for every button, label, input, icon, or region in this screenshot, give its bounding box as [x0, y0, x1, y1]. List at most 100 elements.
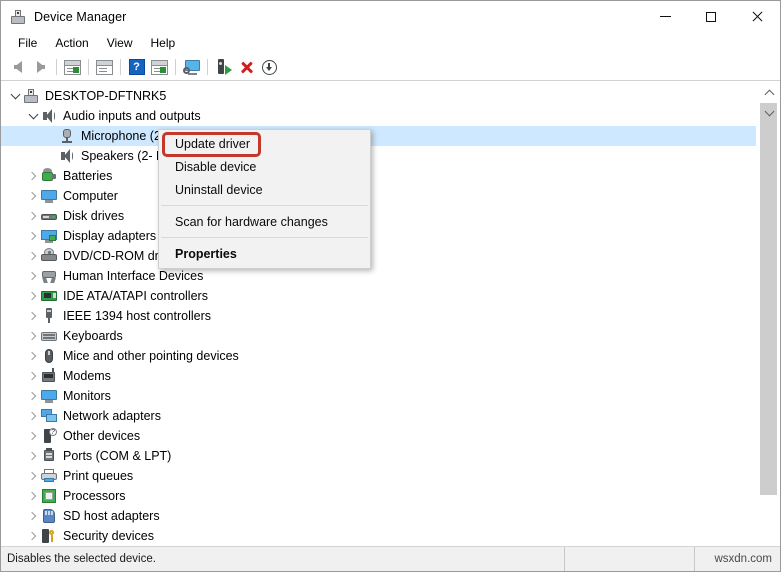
tree-item[interactable]: IEEE 1394 host controllers [1, 306, 756, 326]
tree-item[interactable]: Mice and other pointing devices [1, 346, 756, 366]
chevron-right-icon[interactable] [25, 468, 41, 484]
tree-item-label: IDE ATA/ATAPI controllers [63, 289, 208, 303]
sd-card-icon [41, 508, 57, 524]
tree-item[interactable]: DESKTOP-DFTNRK5 [1, 86, 756, 106]
uninstall-device-button[interactable] [235, 56, 258, 78]
modem-icon [41, 368, 57, 384]
update-driver-toolbar-button[interactable] [148, 56, 171, 78]
enable-device-button[interactable] [212, 56, 235, 78]
context-menu-item[interactable]: Disable device [159, 155, 370, 178]
tree-item[interactable]: DVD/CD-ROM drives [1, 246, 756, 266]
tree-item-label: Other devices [63, 429, 141, 443]
show-hide-console-tree-button[interactable] [61, 56, 84, 78]
update-driver-download-button[interactable] [258, 56, 281, 78]
maximize-button[interactable] [688, 1, 734, 32]
chevron-right-icon[interactable] [25, 208, 41, 224]
tree-item[interactable]: Display adapters [1, 226, 756, 246]
tree-item-label: Security devices [63, 529, 155, 543]
device-manager-window: Device Manager File Action View Help ? D… [0, 0, 781, 572]
tree-item[interactable]: Speakers (2- High Definition Audio Devic… [1, 146, 756, 166]
back-button[interactable] [6, 56, 29, 78]
chevron-right-icon[interactable] [25, 328, 41, 344]
scroll-up-button[interactable] [757, 83, 780, 103]
chevron-right-icon[interactable] [25, 388, 41, 404]
close-button[interactable] [734, 1, 780, 32]
tree-item[interactable]: ? Other devices [1, 426, 756, 446]
chevron-down-icon[interactable] [7, 88, 23, 104]
tree-item-label: Ports (COM & LPT) [63, 449, 172, 463]
human-interface-icon [41, 268, 57, 284]
tree-item[interactable]: Microphone (2- High Definition Audio Dev… [1, 126, 756, 146]
properties-button[interactable] [93, 56, 116, 78]
microphone-icon [59, 128, 75, 144]
tree-item[interactable]: Audio inputs and outputs [1, 106, 756, 126]
context-menu-item[interactable]: Scan for hardware changes [159, 210, 370, 233]
vertical-scrollbar[interactable] [756, 83, 780, 546]
scan-for-hardware-changes-button[interactable] [180, 56, 203, 78]
tree-item[interactable]: Monitors [1, 386, 756, 406]
tree-item-label: Network adapters [63, 409, 161, 423]
tree-item[interactable]: Keyboards [1, 326, 756, 346]
tree-item[interactable]: Processors [1, 486, 756, 506]
chevron-right-icon[interactable] [25, 528, 41, 544]
status-bar: Disables the selected device. wsxdn.com [1, 546, 780, 571]
network-adapter-icon [41, 408, 57, 424]
chevron-right-icon[interactable] [25, 228, 41, 244]
tree-item-label: SD host adapters [63, 509, 160, 523]
chevron-right-icon[interactable] [25, 168, 41, 184]
chevron-right-icon[interactable] [25, 488, 41, 504]
menu-view[interactable]: View [98, 33, 142, 53]
context-menu[interactable]: Update driver Disable device Uninstall dev… [158, 129, 371, 269]
tree-item[interactable]: Human Interface Devices [1, 266, 756, 286]
chevron-right-icon[interactable] [25, 408, 41, 424]
chevron-right-icon[interactable] [25, 188, 41, 204]
forward-button[interactable] [29, 56, 52, 78]
chevron-right-icon[interactable] [25, 308, 41, 324]
chevron-right-icon[interactable] [25, 448, 41, 464]
tree-item[interactable]: Ports (COM & LPT) [1, 446, 756, 466]
tree-item-label: IEEE 1394 host controllers [63, 309, 211, 323]
menu-file[interactable]: File [9, 33, 46, 53]
window-title: Device Manager [34, 9, 127, 24]
tree-item-label: Keyboards [63, 329, 123, 343]
tree-item[interactable]: IDE ATA/ATAPI controllers [1, 286, 756, 306]
scrollbar-thumb[interactable] [760, 103, 777, 495]
tree-item[interactable]: Disk drives [1, 206, 756, 226]
context-menu-item-label: Properties [175, 246, 237, 261]
chevron-right-icon[interactable] [25, 268, 41, 284]
tree-item[interactable]: Modems [1, 366, 756, 386]
context-menu-item[interactable]: Update driver [159, 132, 370, 155]
tree-item[interactable]: SD host adapters [1, 506, 756, 526]
context-menu-item[interactable]: Properties [159, 242, 370, 265]
chevron-right-icon[interactable] [25, 248, 41, 264]
device-manager-icon [10, 9, 26, 25]
toolbar-separator [175, 59, 176, 75]
chevron-right-icon[interactable] [25, 508, 41, 524]
tree-item[interactable]: Computer [1, 186, 756, 206]
menu-help[interactable]: Help [142, 33, 185, 53]
context-menu-separator [161, 237, 368, 238]
scrollbar-track[interactable] [757, 103, 780, 526]
disk-drive-icon [41, 208, 57, 224]
chevron-right-icon[interactable] [25, 428, 41, 444]
window-controls [642, 1, 780, 32]
chevron-right-icon[interactable] [25, 348, 41, 364]
context-menu-item[interactable]: Uninstall device [159, 178, 370, 201]
watermark: wsxdn.com [694, 547, 780, 571]
help-button[interactable]: ? [125, 56, 148, 78]
tree-item[interactable]: Network adapters [1, 406, 756, 426]
chevron-up-icon [764, 89, 774, 100]
tree-item[interactable]: Security devices [1, 526, 756, 546]
menu-action[interactable]: Action [46, 33, 97, 53]
minimize-button[interactable] [642, 1, 688, 32]
chevron-right-icon[interactable] [25, 288, 41, 304]
tree-item[interactable]: Print queues [1, 466, 756, 486]
status-middle-pane [564, 547, 694, 571]
tree-item[interactable]: Batteries [1, 166, 756, 186]
device-tree[interactable]: DESKTOP-DFTNRK5 Audio inputs and outputs M… [1, 83, 756, 546]
chevron-down-icon[interactable] [25, 108, 41, 124]
chevron-right-icon[interactable] [25, 368, 41, 384]
update-driver-toolbar-icon [151, 59, 168, 75]
